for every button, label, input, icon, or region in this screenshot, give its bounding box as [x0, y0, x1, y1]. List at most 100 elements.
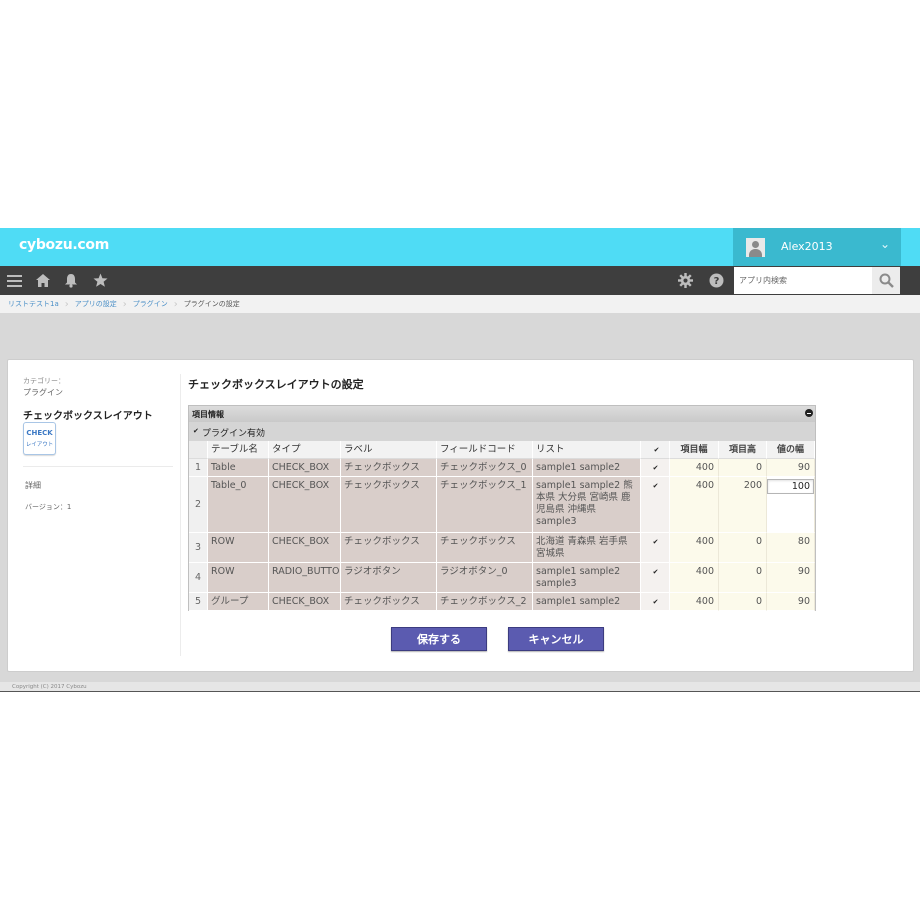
- header-table-name: テーブル名: [208, 441, 269, 459]
- cell-table-name: ROW: [208, 563, 269, 593]
- cell-value-width[interactable]: 80: [767, 533, 815, 563]
- search-input[interactable]: [734, 267, 872, 294]
- header-check: ✔: [641, 441, 670, 459]
- plugin-logo-icon: CHECK レイアウト: [23, 422, 56, 455]
- search-box: [733, 266, 901, 295]
- app-root: cybozu.com Alex2013 ⌄ ? アプリ内検索 リストテスト1a …: [0, 228, 920, 692]
- plugin-icon-line1: CHECK: [26, 429, 53, 437]
- row-index: 2: [189, 477, 208, 533]
- plugin-enable-row[interactable]: ✔ プラグイン有効: [189, 422, 815, 441]
- cell-table-name: グループ: [208, 593, 269, 611]
- cell-item-width[interactable]: 400: [670, 459, 719, 477]
- plugin-icon-line2: レイアウト: [25, 442, 54, 448]
- collapse-icon[interactable]: [805, 409, 813, 417]
- header-item-height: 項目高: [719, 441, 767, 459]
- detail-link[interactable]: 詳細: [25, 480, 41, 491]
- cybozu-logo[interactable]: cybozu.com: [19, 237, 109, 253]
- cell-item-width[interactable]: 400: [670, 563, 719, 593]
- checkmark-icon[interactable]: ✔: [193, 427, 199, 435]
- header-list: リスト: [533, 441, 641, 459]
- cell-field-code: チェックボックス_1: [437, 477, 533, 533]
- page-title: チェックボックスレイアウトの設定: [188, 378, 364, 391]
- cell-type: CHECK_BOX: [269, 477, 341, 533]
- header-value-width: 値の幅: [767, 441, 815, 459]
- breadcrumb-item-app[interactable]: リストテスト1a: [8, 295, 59, 313]
- checkmark-icon[interactable]: ✔: [641, 477, 670, 533]
- cell-label: チェックボックス: [341, 459, 437, 477]
- chevron-down-icon: ⌄: [880, 237, 891, 251]
- field-info-table: 項目情報 ✔ プラグイン有効 テーブル名 タイプ ラベル フィールドコード リスト ✔ 項目…: [188, 405, 816, 611]
- svg-text:?: ?: [713, 276, 719, 287]
- breadcrumb: リストテスト1a › アプリの設定 › プラグイン › プラグインの設定: [0, 295, 920, 313]
- value-width-input[interactable]: [767, 479, 814, 494]
- section-title: 項目情報: [192, 410, 224, 419]
- cell-list: sample1 sample2 sample3: [533, 563, 641, 593]
- nav-bar: ?: [0, 266, 920, 295]
- bell-icon[interactable]: [60, 266, 82, 295]
- checkmark-icon[interactable]: ✔: [641, 459, 670, 477]
- cell-item-height[interactable]: 0: [719, 533, 767, 563]
- cell-label: チェックボックス: [341, 477, 437, 533]
- cell-field-code: チェックボックス: [437, 533, 533, 563]
- cell-field-code: チェックボックス_2: [437, 593, 533, 611]
- header-field-code: フィールドコード: [437, 441, 533, 459]
- plugin-enable-label: プラグイン有効: [202, 429, 266, 439]
- row-index: 3: [189, 533, 208, 563]
- user-menu[interactable]: Alex2013 ⌄: [733, 228, 901, 266]
- cell-value-width[interactable]: [767, 477, 815, 533]
- copyright-text: Copyright (C) 2017 Cybozu: [12, 684, 87, 690]
- plugin-name: チェックボックスレイアウト: [23, 411, 153, 422]
- header-blank: [189, 441, 208, 459]
- row-index: 4: [189, 563, 208, 593]
- header-label: ラベル: [341, 441, 437, 459]
- gear-icon[interactable]: [674, 266, 696, 295]
- cell-item-width[interactable]: 400: [670, 533, 719, 563]
- footer: Copyright (C) 2017 Cybozu: [0, 682, 920, 692]
- table-section-header: 項目情報: [189, 406, 815, 422]
- cell-item-height[interactable]: 200: [719, 477, 767, 533]
- cell-field-code: ラジオボタン_0: [437, 563, 533, 593]
- cell-list: sample1 sample2: [533, 593, 641, 611]
- cell-label: チェックボックス: [341, 593, 437, 611]
- cell-item-width[interactable]: 400: [670, 593, 719, 611]
- user-name: Alex2013: [781, 240, 833, 253]
- cell-value-width[interactable]: 90: [767, 459, 815, 477]
- cell-table-name: ROW: [208, 533, 269, 563]
- settings-panel: カテゴリー： プラグイン チェックボックスレイアウト CHECK レイアウト 詳…: [7, 359, 914, 672]
- cell-item-height[interactable]: 0: [719, 459, 767, 477]
- cell-field-code: チェックボックス_0: [437, 459, 533, 477]
- cell-list: sample1 sample2 熊本県 大分県 宮崎県 鹿児島県 沖縄県 sam…: [533, 477, 641, 533]
- category-label: カテゴリー：: [23, 377, 65, 385]
- cell-type: CHECK_BOX: [269, 533, 341, 563]
- cell-item-height[interactable]: 0: [719, 593, 767, 611]
- cell-type: CHECK_BOX: [269, 459, 341, 477]
- checkmark-icon[interactable]: ✔: [641, 563, 670, 593]
- version-text: バージョン：1: [25, 503, 72, 511]
- home-icon[interactable]: [32, 266, 54, 295]
- sidebar-divider: [23, 466, 173, 467]
- help-icon[interactable]: ?: [705, 266, 727, 295]
- checkmark-icon[interactable]: ✔: [641, 533, 670, 563]
- star-icon[interactable]: [89, 266, 111, 295]
- breadcrumb-item-plugins[interactable]: プラグイン: [133, 295, 168, 313]
- cell-value-width[interactable]: 90: [767, 563, 815, 593]
- header-item-width: 項目幅: [670, 441, 719, 459]
- checkmark-icon[interactable]: ✔: [641, 593, 670, 611]
- cell-value-width[interactable]: 90: [767, 593, 815, 611]
- cell-item-width[interactable]: 400: [670, 477, 719, 533]
- chevron-right-icon: ›: [64, 298, 69, 310]
- chevron-right-icon: ›: [122, 298, 127, 310]
- breadcrumb-item-current: プラグインの設定: [183, 300, 240, 308]
- cell-label: ラジオボタン: [341, 563, 437, 593]
- search-button[interactable]: [872, 267, 900, 294]
- breadcrumb-item-app-settings[interactable]: アプリの設定: [75, 295, 117, 313]
- category-value: プラグイン: [23, 388, 63, 397]
- cell-type: RADIO_BUTTON: [269, 563, 341, 593]
- cell-item-height[interactable]: 0: [719, 563, 767, 593]
- cell-list: 北海道 青森県 岩手県 宮城県: [533, 533, 641, 563]
- cell-table-name: Table_0: [208, 477, 269, 533]
- cancel-button[interactable]: キャンセル: [508, 627, 604, 651]
- menu-icon[interactable]: [3, 266, 25, 295]
- chevron-right-icon: ›: [173, 298, 178, 310]
- save-button[interactable]: 保存する: [391, 627, 487, 651]
